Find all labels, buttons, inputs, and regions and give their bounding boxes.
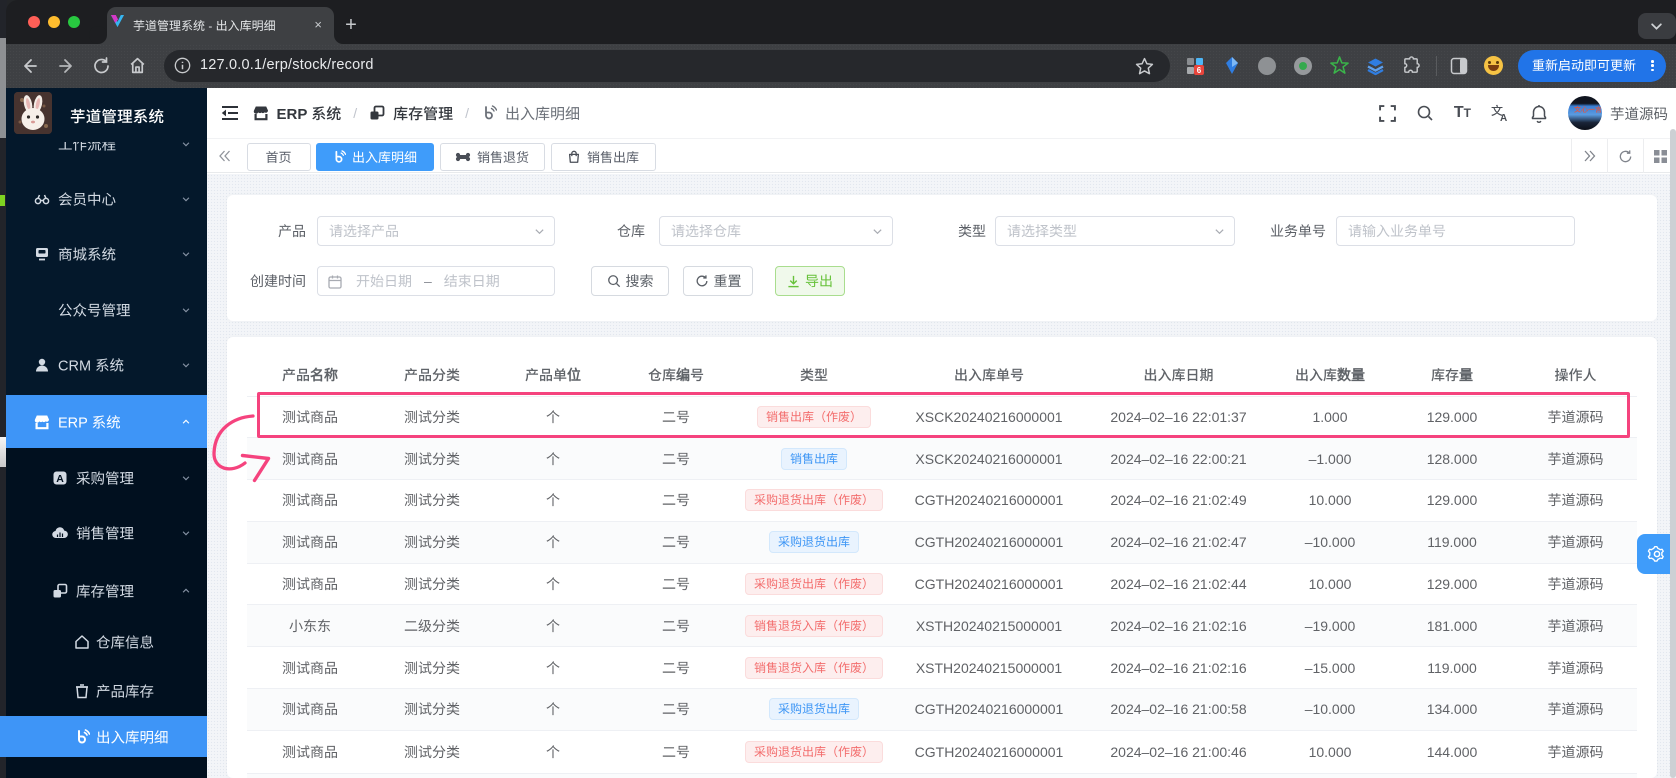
svg-text:A: A xyxy=(1500,113,1507,122)
svg-text:A: A xyxy=(56,473,64,485)
svg-text:6: 6 xyxy=(1197,66,1202,75)
